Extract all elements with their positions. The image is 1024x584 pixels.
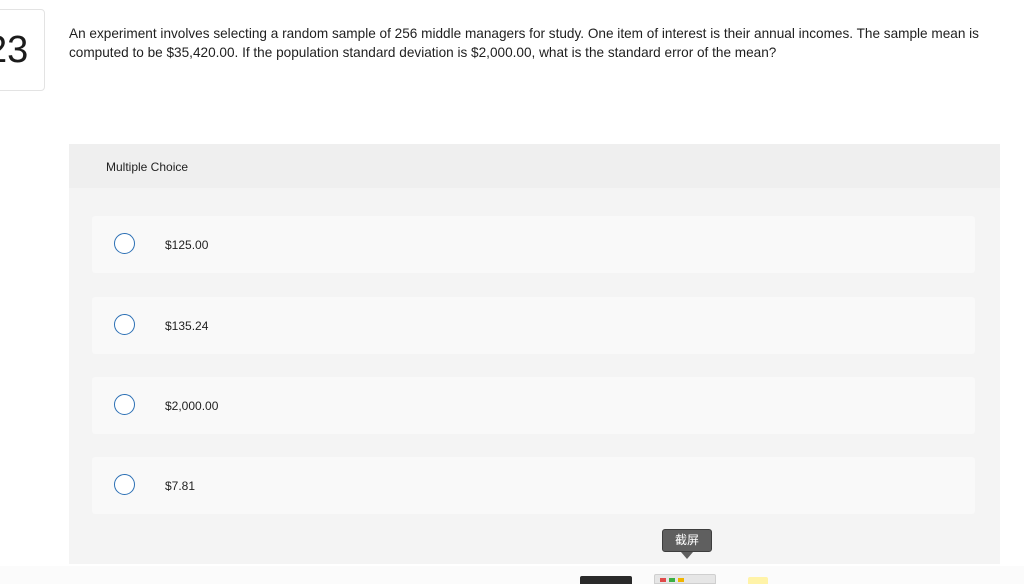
radio-button-icon[interactable] <box>114 474 135 495</box>
choice-label: $7.81 <box>165 479 196 493</box>
radio-button-icon[interactable] <box>114 394 135 415</box>
question-text: An experiment involves selecting a rando… <box>69 26 979 60</box>
choice-label: $125.00 <box>165 238 209 252</box>
choice-option-2[interactable]: $135.24 <box>92 297 975 354</box>
radio-button-icon[interactable] <box>114 314 135 335</box>
choice-option-3[interactable]: $2,000.00 <box>92 377 975 434</box>
choice-option-1[interactable]: $125.00 <box>92 216 975 273</box>
multiple-choice-heading: Multiple Choice <box>106 160 189 174</box>
choice-option-4[interactable]: $7.81 <box>92 457 975 514</box>
multiple-choice-panel: Multiple Choice $125.00 $135.24 $2,000.0… <box>69 144 1000 564</box>
tooltip-arrow-icon <box>681 552 693 559</box>
question-number: 23 <box>0 29 29 71</box>
window-thumbnail-note[interactable] <box>748 577 768 584</box>
question-page: 23 An experiment involves selecting a ra… <box>0 0 1024 584</box>
thumbnail-minimize-dot-icon <box>678 578 684 582</box>
window-thumbnail-dark[interactable] <box>580 576 632 584</box>
multiple-choice-header: Multiple Choice <box>69 144 1000 188</box>
screenshot-tooltip: 截屏 <box>662 529 712 552</box>
taskbar-strip <box>0 566 1024 584</box>
choice-label: $135.24 <box>165 319 209 333</box>
thumbnail-close-dot-icon <box>660 578 666 582</box>
choice-label: $2,000.00 <box>165 399 219 413</box>
thumbnail-maximize-dot-icon <box>669 578 675 582</box>
radio-button-icon[interactable] <box>114 233 135 254</box>
